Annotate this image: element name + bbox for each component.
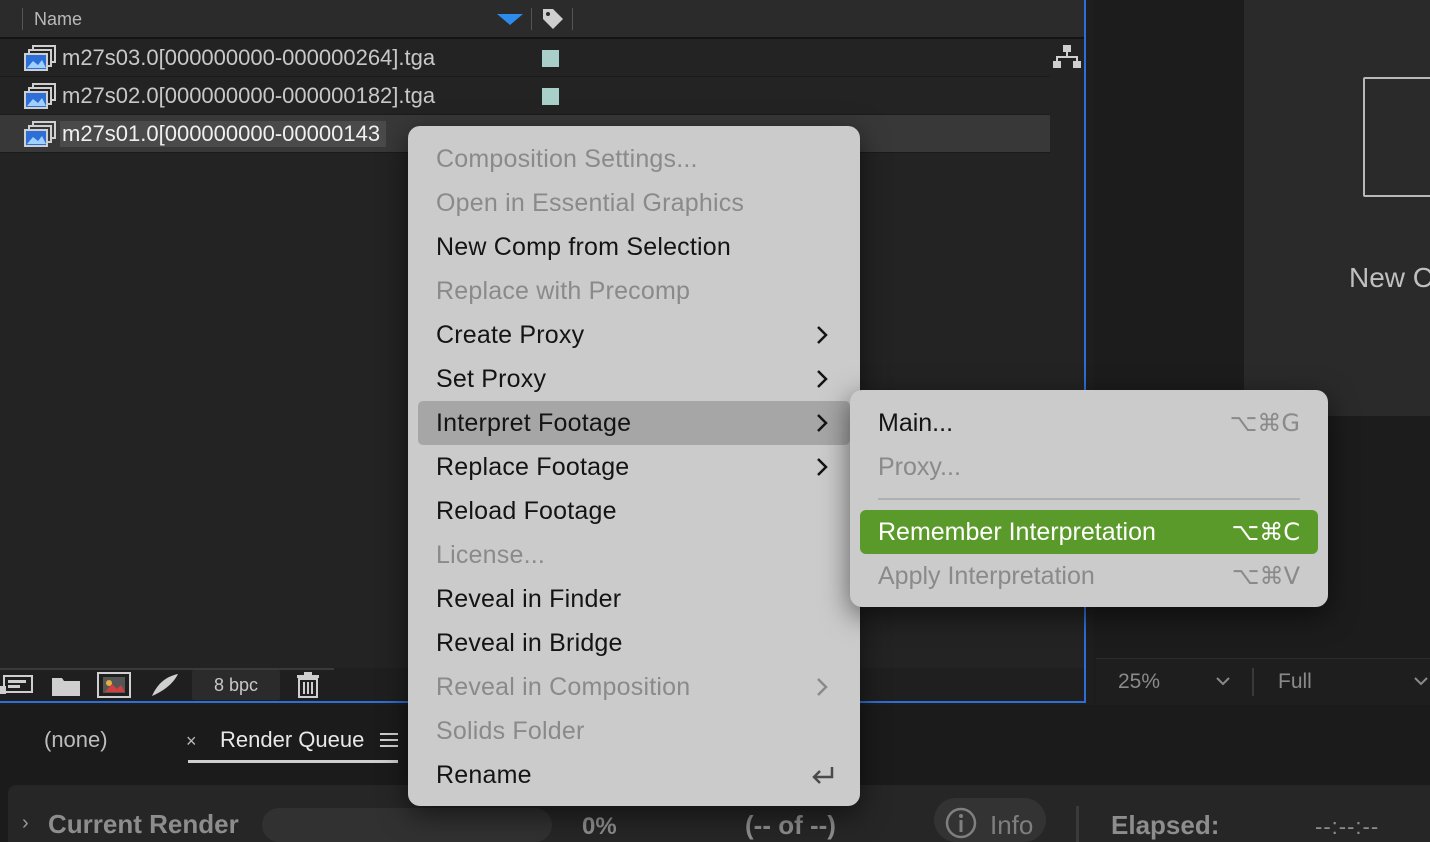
new-composition-placeholder-icon[interactable] bbox=[1363, 77, 1430, 197]
column-header: Name bbox=[0, 0, 1084, 39]
menu-item-replace-with-precomp[interactable]: Replace with Precomp bbox=[418, 269, 850, 313]
return-key-icon bbox=[812, 767, 834, 784]
column-separator bbox=[531, 8, 532, 30]
label-tag-icon[interactable] bbox=[541, 7, 565, 31]
chevron-down-icon[interactable] bbox=[1216, 676, 1230, 686]
render-percent: 0% bbox=[582, 813, 617, 840]
menu-item-label: Rename bbox=[436, 761, 532, 789]
chevron-right-icon bbox=[817, 678, 828, 696]
chevron-right-icon bbox=[817, 414, 828, 432]
magnification-dropdown[interactable]: 25% bbox=[1118, 670, 1160, 694]
new-composition-icon[interactable] bbox=[97, 672, 131, 698]
elapsed-value: --:--:-- bbox=[1315, 814, 1380, 839]
menu-item-create-proxy[interactable]: Create Proxy bbox=[418, 313, 850, 357]
new-folder-icon[interactable] bbox=[50, 672, 84, 698]
menu-item-reveal-in-finder[interactable]: Reveal in Finder bbox=[418, 577, 850, 621]
active-tab-indicator bbox=[188, 760, 398, 763]
keyboard-shortcut: ⌥⌘C bbox=[1231, 518, 1300, 546]
image-sequence-icon bbox=[24, 121, 56, 147]
elapsed-label: Elapsed: bbox=[1111, 810, 1220, 840]
render-count: (-- of --) bbox=[745, 810, 836, 840]
file-row[interactable]: m27s03.0[000000000-000000264].tga bbox=[0, 39, 1050, 77]
tab-none[interactable]: (none) bbox=[44, 727, 108, 753]
chevron-right-icon bbox=[817, 326, 828, 344]
panel-menu-icon[interactable] bbox=[380, 732, 398, 748]
chevron-down-icon[interactable] bbox=[1414, 676, 1428, 686]
submenu-item-proxy[interactable]: Proxy... bbox=[860, 445, 1318, 489]
status-separator bbox=[1076, 806, 1079, 842]
viewer-canvas bbox=[1244, 0, 1430, 416]
menu-item-open-in-essential-graphics[interactable]: Open in Essential Graphics bbox=[418, 181, 850, 225]
bpc-button[interactable]: 8 bpc bbox=[192, 670, 280, 700]
menu-divider bbox=[878, 498, 1300, 500]
info-label: Info bbox=[990, 810, 1034, 840]
image-sequence-icon bbox=[24, 45, 56, 71]
sort-arrow-icon[interactable] bbox=[497, 14, 523, 25]
tab-render-queue[interactable]: Render Queue bbox=[220, 727, 364, 753]
menu-item-set-proxy[interactable]: Set Proxy bbox=[418, 357, 850, 401]
menu-item-label: Open in Essential Graphics bbox=[436, 189, 745, 217]
resolution-dropdown[interactable]: Full bbox=[1278, 670, 1312, 694]
submenu-item-apply-interpretation[interactable]: Apply Interpretation ⌥⌘V bbox=[860, 554, 1318, 598]
menu-item-label: New Comp from Selection bbox=[436, 233, 731, 261]
keyboard-shortcut: ⌥⌘V bbox=[1231, 562, 1300, 590]
menu-item-label: Composition Settings... bbox=[436, 145, 698, 173]
info-icon bbox=[945, 807, 977, 839]
menu-item-reload-footage[interactable]: Reload Footage bbox=[418, 489, 850, 533]
menu-item-reveal-in-bridge[interactable]: Reveal in Bridge bbox=[418, 621, 850, 665]
flowchart-icon[interactable] bbox=[1053, 44, 1081, 70]
menu-item-license[interactable]: License... bbox=[418, 533, 850, 577]
menu-item-label: Reload Footage bbox=[436, 497, 617, 525]
close-tab-icon[interactable]: × bbox=[186, 731, 197, 752]
toolbar-separator bbox=[1252, 668, 1254, 696]
interpret-footage-submenu: Main... ⌥⌘G Proxy... Remember Interpreta… bbox=[850, 390, 1328, 607]
menu-item-new-comp-from-selection[interactable]: New Comp from Selection bbox=[418, 225, 850, 269]
interpret-footage-icon[interactable] bbox=[0, 672, 34, 698]
submenu-item-label: Apply Interpretation bbox=[878, 562, 1095, 590]
menu-item-composition-settings[interactable]: Composition Settings... bbox=[418, 137, 850, 181]
submenu-item-label: Main... bbox=[878, 409, 954, 437]
image-sequence-icon bbox=[24, 83, 56, 109]
menu-item-solids-folder[interactable]: Solids Folder bbox=[418, 709, 850, 753]
render-progress-bar bbox=[262, 808, 552, 842]
menu-item-label: Set Proxy bbox=[436, 365, 547, 393]
column-separator bbox=[22, 8, 23, 30]
menu-item-label: Solids Folder bbox=[436, 717, 585, 745]
menu-item-label: Reveal in Composition bbox=[436, 673, 691, 701]
keyboard-shortcut: ⌥⌘G bbox=[1229, 409, 1300, 437]
context-menu: Composition Settings... Open in Essentia… bbox=[408, 126, 860, 806]
menu-item-replace-footage[interactable]: Replace Footage bbox=[418, 445, 850, 489]
file-name: m27s02.0[000000000-000000182].tga bbox=[62, 83, 436, 108]
submenu-item-label: Proxy... bbox=[878, 453, 961, 481]
label-color-swatch[interactable] bbox=[542, 88, 559, 105]
column-name-header[interactable]: Name bbox=[34, 9, 82, 30]
expand-chevron-icon[interactable]: › bbox=[22, 812, 29, 835]
label-color-swatch[interactable] bbox=[542, 50, 559, 67]
menu-item-reveal-in-composition[interactable]: Reveal in Composition bbox=[418, 665, 850, 709]
menu-item-label: Reveal in Finder bbox=[436, 585, 622, 613]
adjust-project-settings-icon[interactable] bbox=[148, 672, 182, 698]
toolbar-divider bbox=[0, 668, 334, 670]
file-name: m27s03.0[000000000-000000264].tga bbox=[62, 45, 436, 70]
menu-item-interpret-footage[interactable]: Interpret Footage bbox=[418, 401, 850, 445]
chevron-right-icon bbox=[817, 458, 828, 476]
menu-item-label: Interpret Footage bbox=[436, 409, 632, 437]
submenu-item-main[interactable]: Main... ⌥⌘G bbox=[860, 401, 1318, 445]
chevron-right-icon bbox=[817, 370, 828, 388]
menu-item-label: Reveal in Bridge bbox=[436, 629, 623, 657]
submenu-item-label: Remember Interpretation bbox=[878, 518, 1156, 546]
menu-item-rename[interactable]: Rename bbox=[418, 753, 850, 797]
file-name: m27s01.0[000000000-00000143 bbox=[60, 121, 387, 147]
menu-item-label: Replace with Precomp bbox=[436, 277, 691, 305]
menu-item-label: Replace Footage bbox=[436, 453, 630, 481]
column-separator bbox=[572, 8, 573, 30]
current-render-label: Current Render bbox=[48, 809, 239, 839]
menu-item-label: Create Proxy bbox=[436, 321, 585, 349]
file-row[interactable]: m27s02.0[000000000-000000182].tga bbox=[0, 77, 1050, 115]
trash-icon[interactable] bbox=[291, 672, 325, 698]
submenu-item-remember-interpretation[interactable]: Remember Interpretation ⌥⌘C bbox=[860, 510, 1318, 554]
menu-item-label: License... bbox=[436, 541, 546, 569]
new-composition-label[interactable]: New C bbox=[1349, 262, 1430, 294]
